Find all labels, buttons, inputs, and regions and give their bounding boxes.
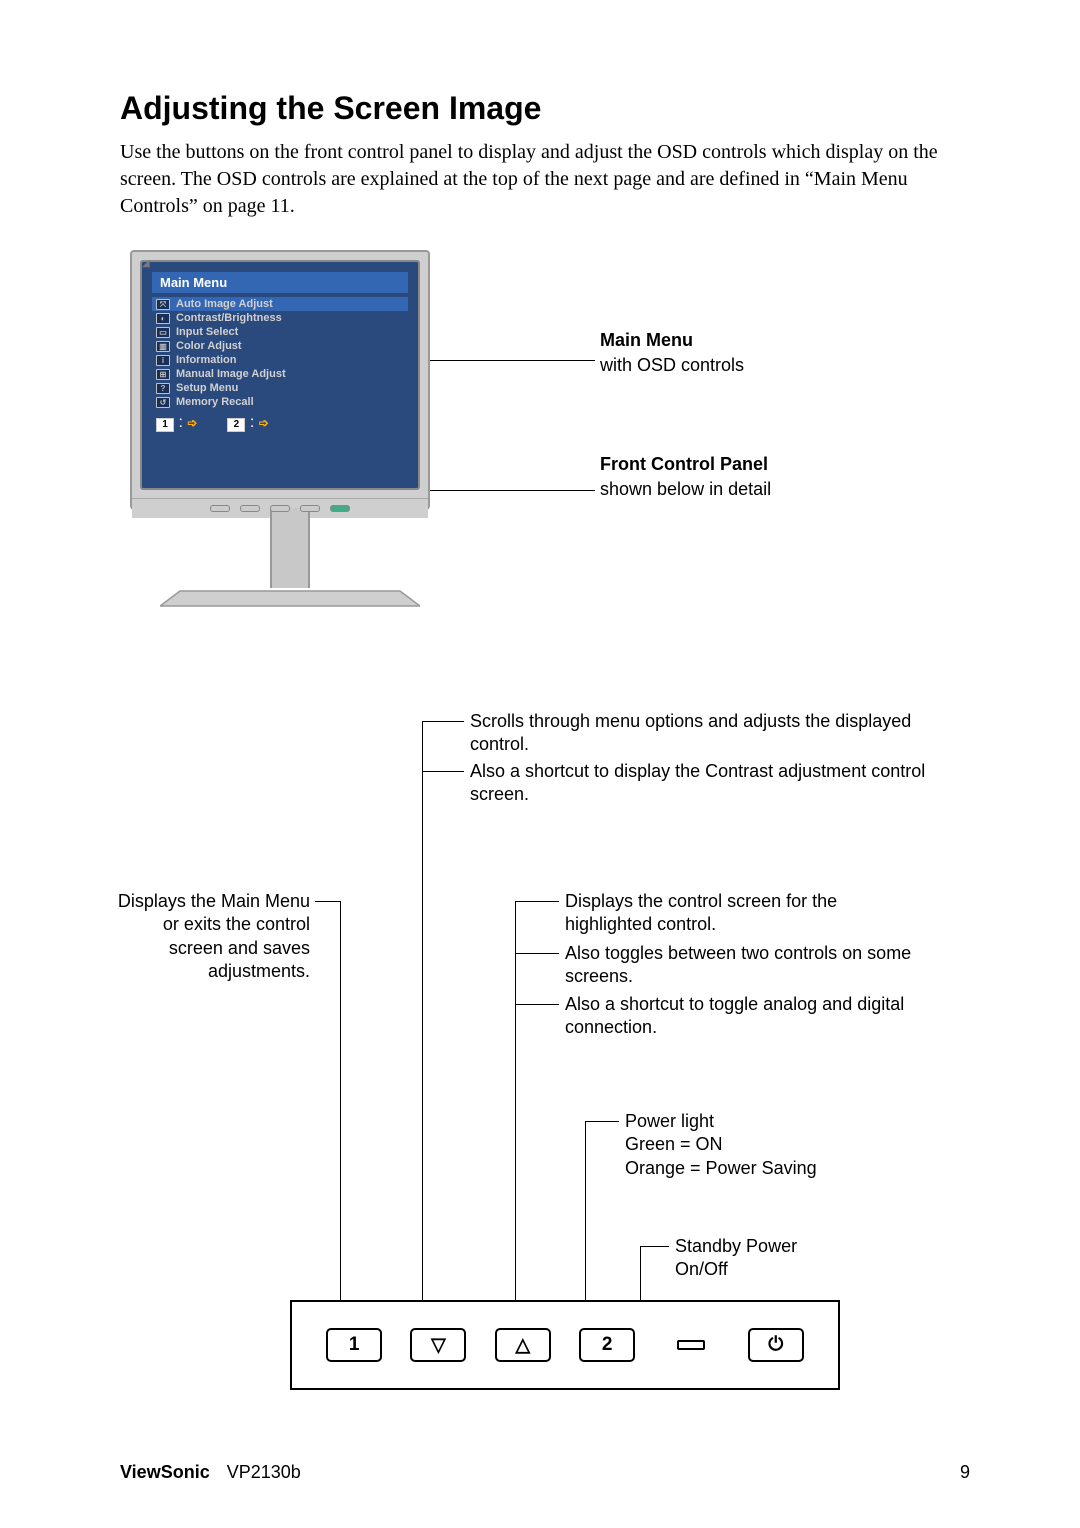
osd-item-input-select: ▭ Input Select: [152, 325, 408, 339]
osd-item-label: Contrast/Brightness: [176, 312, 282, 324]
manual-icon: ⊞: [156, 369, 170, 380]
monitor-stand-base: [160, 588, 420, 608]
button1-caption: Displays the Main Menu or exits the cont…: [110, 890, 310, 984]
input-icon: ▭: [156, 327, 170, 338]
setup-icon: ?: [156, 383, 170, 394]
osd-item-color-adjust: ▥ Color Adjust: [152, 339, 408, 353]
front-panel-callout: Front Control Panel shown below in detai…: [600, 454, 771, 500]
osd-item-contrast-brightness: ◐ Contrast/Brightness: [152, 311, 408, 325]
front-panel-callout-head: Front Control Panel: [600, 454, 771, 475]
contrast-shortcut-caption: Also a shortcut to display the Contrast …: [470, 760, 960, 807]
monitor-illustration: ◢ Main Menu ⤧ Auto Image Adjust ◐ Contrast…: [130, 250, 450, 670]
osd-footer-key2: 2: [227, 418, 245, 432]
osd-item-setup-menu: ? Setup Menu: [152, 381, 408, 395]
recall-icon: ↺: [156, 397, 170, 408]
contrast-icon: ◐: [156, 313, 170, 324]
panel-button-1[interactable]: 1: [326, 1328, 382, 1362]
color-icon: ▥: [156, 341, 170, 352]
osd-footer-sep: :: [178, 414, 182, 431]
main-menu-callout-head: Main Menu: [600, 330, 771, 351]
osd-item-auto-image-adjust: ⤧ Auto Image Adjust: [152, 297, 408, 311]
monitor-screen: Main Menu ⤧ Auto Image Adjust ◐ Contrast/B…: [140, 260, 420, 490]
osd-menu-title: Main Menu: [152, 272, 408, 293]
panel-button-down[interactable]: ▽: [410, 1328, 466, 1362]
osd-item-label: Auto Image Adjust: [176, 298, 273, 310]
osd-item-label: Input Select: [176, 326, 238, 338]
info-icon: i: [156, 355, 170, 366]
exit-arrow-icon: ➩: [187, 416, 197, 430]
footer-model: VP2130b: [227, 1462, 301, 1482]
button2-caption-3: Also a shortcut to toggle analog and dig…: [565, 993, 935, 1040]
osd-item-label: Setup Menu: [176, 382, 238, 394]
osd-item-label: Memory Recall: [176, 396, 254, 408]
standby-caption: Standby Power On/Off: [675, 1235, 895, 1282]
front-panel-callout-sub: shown below in detail: [600, 479, 771, 500]
intro-paragraph: Use the buttons on the front control pan…: [120, 139, 970, 220]
main-menu-callout: Main Menu with OSD controls: [600, 330, 771, 376]
enter-arrow-icon: ➩: [259, 416, 269, 430]
osd-footer-sep: :: [250, 414, 254, 431]
panel-button-up[interactable]: △: [495, 1328, 551, 1362]
osd-item-information: i Information: [152, 353, 408, 367]
adjust-icon: ⤧: [156, 299, 170, 310]
page-title: Adjusting the Screen Image: [120, 90, 970, 127]
monitor-stand-neck: [270, 508, 310, 588]
osd-item-label: Information: [176, 354, 237, 366]
footer-brand: ViewSonic: [120, 1462, 210, 1482]
monitor-illustration-block: ◢ Main Menu ⤧ Auto Image Adjust ◐ Contrast…: [120, 250, 970, 690]
bezel-buttons-icon: [210, 504, 350, 513]
page-number: 9: [960, 1462, 970, 1483]
panel-button-2[interactable]: 2: [579, 1328, 635, 1362]
osd-footer: 1 : ➩ 2 : ➩: [152, 412, 408, 434]
panel-button-power[interactable]: ⏻: [748, 1328, 804, 1362]
main-menu-callout-sub: with OSD controls: [600, 355, 771, 376]
power-light-indicator: [663, 1337, 719, 1353]
page-footer: ViewSonic VP2130b 9: [120, 1462, 970, 1483]
osd-item-label: Color Adjust: [176, 340, 242, 352]
button2-caption-2: Also toggles between two controls on som…: [565, 942, 935, 989]
osd-item-manual-image-adjust: ⊞ Manual Image Adjust: [152, 367, 408, 381]
front-control-panel: 1 ▽ △ 2 ⏻: [290, 1300, 840, 1390]
osd-footer-key1: 1: [156, 418, 174, 432]
osd-item-memory-recall: ↺ Memory Recall: [152, 395, 408, 409]
osd-item-label: Manual Image Adjust: [176, 368, 286, 380]
monitor-logo-icon: ◢: [142, 258, 150, 269]
scroll-caption: Scrolls through menu options and adjusts…: [470, 710, 960, 757]
control-panel-diagram: Scrolls through menu options and adjusts…: [120, 710, 970, 1430]
power-light-caption: Power light Green = ON Orange = Power Sa…: [625, 1110, 925, 1180]
button2-caption-1: Displays the control screen for the high…: [565, 890, 925, 937]
